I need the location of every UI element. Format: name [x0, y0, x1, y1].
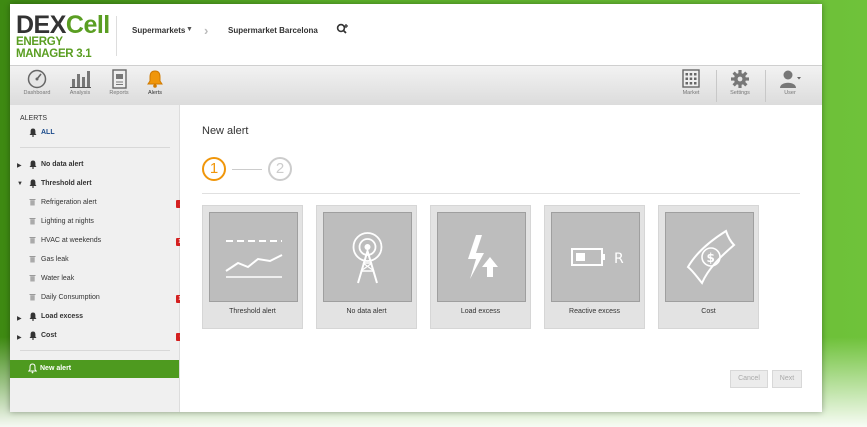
wizard-step-1: 1: [202, 157, 226, 181]
battery-r-icon: R: [551, 212, 640, 302]
sidebar-divider: [20, 147, 170, 148]
page-title: New alert: [202, 125, 249, 137]
sidebar-item-label: Water leak: [41, 275, 75, 282]
sidebar: ALERTS ALL ▶ No data alert ▼ Threshold a…: [10, 105, 186, 412]
card-label: Reactive excess: [569, 308, 620, 315]
cancel-button[interactable]: Cancel: [730, 370, 768, 388]
bell-icon: [29, 331, 37, 340]
sidebar-item-label: Daily Consumption: [41, 294, 100, 301]
search-add-icon[interactable]: [336, 23, 349, 38]
logo-cell: Cell: [65, 11, 110, 39]
logo: DEXCell ENERGY MANAGER 3.1: [16, 11, 114, 62]
sidebar-item-label: Lighting at nights: [41, 218, 94, 225]
sidebar-item-label: Refrigeration alert: [41, 199, 97, 206]
bell-icon: [147, 70, 163, 88]
toolbar-settings[interactable]: Settings: [720, 69, 760, 103]
threshold-line-icon: [209, 212, 298, 302]
bell-icon: [29, 128, 37, 137]
toolbar-divider: [716, 70, 717, 102]
toolbar-market-label: Market: [682, 90, 700, 96]
trash-icon[interactable]: [29, 236, 36, 244]
toolbar-alerts-label: Alerts: [147, 90, 163, 96]
trash-icon[interactable]: [29, 274, 36, 282]
new-alert-label: New alert: [40, 365, 72, 372]
user-icon: [780, 70, 801, 88]
toolbar-settings-label: Settings: [730, 90, 750, 96]
toolbar-dashboard-label: Dashboard: [23, 90, 51, 96]
header-divider: [116, 16, 117, 56]
sidebar-group-label: Load excess: [41, 313, 84, 320]
breadcrumb-supermarkets[interactable]: Supermarkets: [132, 26, 185, 35]
section-divider: [202, 193, 800, 194]
wizard-step-connector: [232, 169, 262, 170]
trash-icon[interactable]: [29, 255, 36, 263]
svg-text:R: R: [614, 251, 624, 267]
sidebar-item-label: Gas leak: [41, 256, 69, 263]
banknote-dollar-icon: $: [665, 212, 754, 302]
toolbar-market[interactable]: Market: [671, 69, 711, 103]
new-alert-button[interactable]: New alert: [10, 360, 179, 378]
caret-down-icon[interactable]: ▼: [186, 26, 193, 33]
sidebar-item-all-label: ALL: [41, 129, 55, 136]
next-button[interactable]: Next: [772, 370, 802, 388]
lightning-up-icon: [437, 212, 526, 302]
toolbar-analysis[interactable]: Analysis: [60, 69, 100, 103]
sidebar-group-label: Cost: [41, 332, 57, 339]
bell-icon: [29, 312, 37, 321]
bar-chart-icon: [70, 71, 91, 88]
trash-icon[interactable]: [29, 217, 36, 225]
gear-icon: [731, 70, 749, 88]
chevron-right-icon: ›: [204, 23, 209, 38]
trash-icon[interactable]: [29, 293, 36, 301]
wizard-step-2: 2: [268, 157, 292, 181]
logo-dex: DEX: [16, 11, 66, 39]
report-icon: [112, 69, 127, 89]
sidebar-header: ALERTS: [20, 115, 48, 122]
sidebar-group-label: Threshold alert: [41, 180, 92, 187]
app-window: DEXCell ENERGY MANAGER 3.1 Supermarkets …: [10, 4, 822, 412]
svg-text:$: $: [707, 251, 715, 265]
toolbar-reports-label: Reports: [109, 90, 129, 96]
toolbar-dashboard[interactable]: Dashboard: [17, 69, 57, 103]
trash-icon[interactable]: [29, 198, 36, 206]
bell-icon: [29, 179, 37, 188]
breadcrumb-supermarket-barcelona[interactable]: Supermarket Barcelona: [228, 26, 318, 35]
main-toolbar: Dashboard Analysis Reports Alerts Market…: [10, 65, 822, 106]
expand-arrow-icon[interactable]: ▶: [17, 334, 22, 341]
toolbar-user-label: User: [784, 90, 796, 96]
bell-icon: [29, 160, 37, 169]
alert-type-load-excess[interactable]: Load excess: [430, 205, 531, 329]
main-content: New alert 1 2 Threshold alert No data al…: [180, 105, 822, 412]
logo-subtitle: ENERGY MANAGER 3.1: [16, 36, 92, 60]
alert-type-no-data[interactable]: No data alert: [316, 205, 417, 329]
card-label: No data alert: [346, 308, 387, 315]
expand-arrow-icon[interactable]: ▶: [17, 162, 22, 169]
antenna-tower-icon: [323, 212, 412, 302]
header: DEXCell ENERGY MANAGER 3.1 Supermarkets …: [10, 4, 822, 65]
alert-type-reactive-excess[interactable]: R Reactive excess: [544, 205, 645, 329]
card-label: Load excess: [460, 308, 501, 315]
collapse-arrow-icon[interactable]: ▼: [17, 181, 23, 187]
sidebar-item-label: HVAC at weekends: [41, 237, 102, 244]
gauge-icon: [27, 69, 47, 89]
toolbar-reports[interactable]: Reports: [99, 69, 139, 103]
toolbar-divider: [765, 70, 766, 102]
card-label: Cost: [701, 308, 716, 315]
sidebar-group-label: No data alert: [41, 161, 84, 168]
sidebar-divider: [20, 350, 170, 351]
toolbar-user[interactable]: User: [770, 69, 810, 103]
alert-type-cost[interactable]: $ Cost: [658, 205, 759, 329]
bell-plus-icon: [28, 363, 37, 374]
card-label: Threshold alert: [229, 308, 276, 315]
toolbar-analysis-label: Analysis: [69, 90, 91, 96]
alert-type-threshold[interactable]: Threshold alert: [202, 205, 303, 329]
grid-icon: [682, 69, 700, 88]
expand-arrow-icon[interactable]: ▶: [17, 315, 22, 322]
toolbar-alerts[interactable]: Alerts: [135, 69, 175, 103]
